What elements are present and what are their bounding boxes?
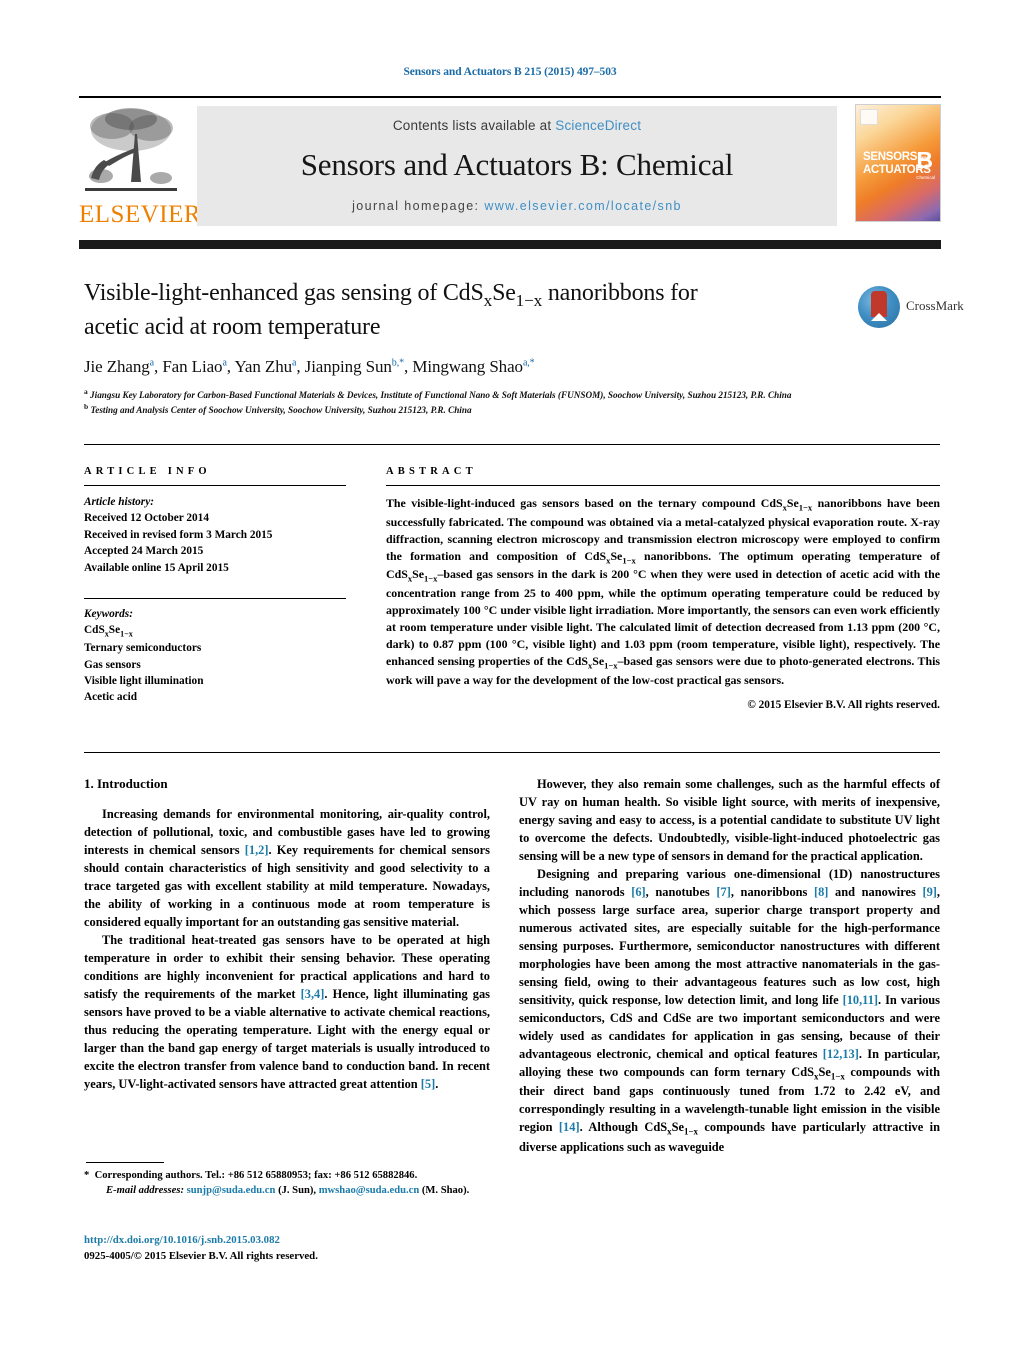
article-history: Article history: Received 12 October 201…: [84, 494, 346, 576]
citation-ref[interactable]: [14]: [559, 1120, 580, 1134]
body-column-left: 1. Introduction Increasing demands for e…: [84, 776, 490, 1094]
cover-subtitle: Chemical: [916, 175, 935, 180]
affiliation-list: a Jiangsu Key Laboratory for Carbon-Base…: [84, 387, 874, 418]
abstract-column: ABSTRACT The visible-light-induced gas s…: [386, 466, 940, 711]
body-column-right: However, they also remain some challenge…: [519, 776, 940, 1156]
author-entry[interactable]: Fan Liaoa: [162, 357, 227, 376]
abstract-heading: ABSTRACT: [386, 466, 477, 477]
page-title: Visible-light-enhanced gas sensing of Cd…: [84, 280, 698, 340]
abstract-copyright: © 2015 Elsevier B.V. All rights reserved…: [747, 698, 940, 711]
divider-under-title: [84, 444, 940, 445]
article-page: Sensors and Actuators B 215 (2015) 497–5…: [0, 0, 1020, 1351]
keywords-label: Keywords:: [84, 607, 133, 620]
elsevier-logo: ELSEVIER: [79, 104, 202, 230]
citation-ref[interactable]: [7]: [716, 885, 730, 899]
affiliation-item: a Jiangsu Key Laboratory for Carbon-Base…: [84, 386, 792, 400]
contents-prefix: Contents lists available at: [392, 118, 556, 133]
keyword-item: Gas sensors: [84, 658, 141, 671]
history-item: Available online 15 April 2015: [84, 561, 229, 574]
corresponding-author-note: * Corresponding authors. Tel.: +86 512 6…: [84, 1168, 504, 1199]
elsevier-wordmark: ELSEVIER: [79, 201, 202, 228]
keyword-item: CdSxSe1−x: [84, 624, 133, 639]
author-entry[interactable]: Mingwang Shaoa,*: [412, 357, 534, 376]
contents-line: Contents lists available at ScienceDirec…: [197, 106, 837, 133]
author-list: Jie Zhanga, Fan Liaoa, Yan Zhua, Jianpin…: [84, 356, 535, 376]
citation-ref[interactable]: [6]: [631, 885, 645, 899]
citation-ref[interactable]: [10,11]: [843, 993, 878, 1007]
citation-ref[interactable]: [3,4]: [301, 987, 325, 1001]
issn-copyright-line: 0925-4005/© 2015 Elsevier B.V. All right…: [84, 1250, 318, 1263]
history-item: Accepted 24 March 2015: [84, 545, 204, 558]
author-entry[interactable]: Jianping Sunb,*: [305, 357, 404, 376]
affiliation-item: b Testing and Analysis Center of Soochow…: [84, 402, 472, 416]
keyword-item: Visible light illumination: [84, 675, 204, 688]
paragraph: The traditional heat-treated gas sensors…: [84, 932, 491, 1091]
abstract-text: The visible-light-induced gas sensors ba…: [386, 496, 940, 687]
citation-ref[interactable]: [12,13]: [823, 1047, 859, 1061]
paragraph: Designing and preparing various one-dime…: [519, 866, 940, 1154]
homepage-url-link[interactable]: www.elsevier.com/locate/snb: [484, 199, 682, 213]
cover-publisher-mark: [860, 109, 878, 125]
article-info-heading: ARTICLE INFO: [84, 466, 211, 477]
divider-article-info: [84, 485, 346, 486]
journal-homepage-line: journal homepage: www.elsevier.com/locat…: [197, 199, 837, 213]
journal-masthead: ELSEVIER Contents lists available at Sci…: [79, 96, 941, 240]
homepage-prefix: journal homepage:: [352, 199, 485, 213]
email-line: E-mail addresses: sunjp@suda.edu.cn (J. …: [106, 1185, 470, 1197]
divider-above-body: [84, 752, 940, 753]
email-link-shao[interactable]: mwshao@suda.edu.cn: [319, 1185, 420, 1196]
doi-block: http://dx.doi.org/10.1016/j.snb.2015.03.…: [84, 1232, 514, 1264]
crossmark-icon: [858, 286, 900, 328]
paragraph: Increasing demands for environmental mon…: [84, 807, 491, 929]
section-heading-introduction: 1. Introduction: [84, 776, 168, 791]
doi-link[interactable]: http://dx.doi.org/10.1016/j.snb.2015.03.…: [84, 1232, 514, 1248]
title-block: Visible-light-enhanced gas sensing of Cd…: [84, 278, 874, 417]
corresponding-line: * Corresponding authors. Tel.: +86 512 6…: [84, 1170, 418, 1181]
divider-footnote: [86, 1162, 164, 1163]
masthead-black-bar: [79, 240, 941, 249]
citation-ref[interactable]: [9]: [922, 885, 936, 899]
history-item: Received 12 October 2014: [84, 512, 209, 525]
author-entry[interactable]: Yan Zhua: [234, 357, 296, 376]
sciencedirect-link[interactable]: ScienceDirect: [555, 118, 641, 133]
email-link-sun[interactable]: sunjp@suda.edu.cn: [187, 1185, 276, 1196]
crossmark-badge[interactable]: CrossMark: [858, 286, 964, 330]
journal-band: Contents lists available at ScienceDirec…: [197, 106, 837, 226]
citation-ref[interactable]: [5]: [421, 1077, 435, 1091]
keyword-item: Acetic acid: [84, 691, 138, 704]
citation-ref[interactable]: [8]: [814, 885, 828, 899]
history-item: Received in revised form 3 March 2015: [84, 528, 273, 541]
divider-abstract: [386, 485, 940, 486]
citation-ref[interactable]: [1,2]: [245, 843, 269, 857]
journal-cover-thumbnail: SENSORS and ACTUATORS B Chemical: [855, 104, 941, 222]
cover-letter-b: B: [916, 147, 933, 173]
paragraph: However, they also remain some challenge…: [519, 777, 940, 863]
article-history-label: Article history:: [84, 496, 154, 508]
keywords-block: Keywords: CdSxSe1−x Ternary semiconducto…: [84, 606, 346, 706]
crossmark-label: CrossMark: [906, 298, 964, 313]
article-info-column: ARTICLE INFO Article history: Received 1…: [84, 466, 346, 706]
author-entry[interactable]: Jie Zhanga: [84, 357, 154, 376]
divider-keywords: [84, 597, 346, 599]
keyword-item: Ternary semiconductors: [84, 642, 202, 655]
running-head: Sensors and Actuators B 215 (2015) 497–5…: [403, 66, 617, 78]
elsevier-tree-icon: [79, 104, 181, 200]
journal-title: Sensors and Actuators B: Chemical: [300, 147, 734, 182]
